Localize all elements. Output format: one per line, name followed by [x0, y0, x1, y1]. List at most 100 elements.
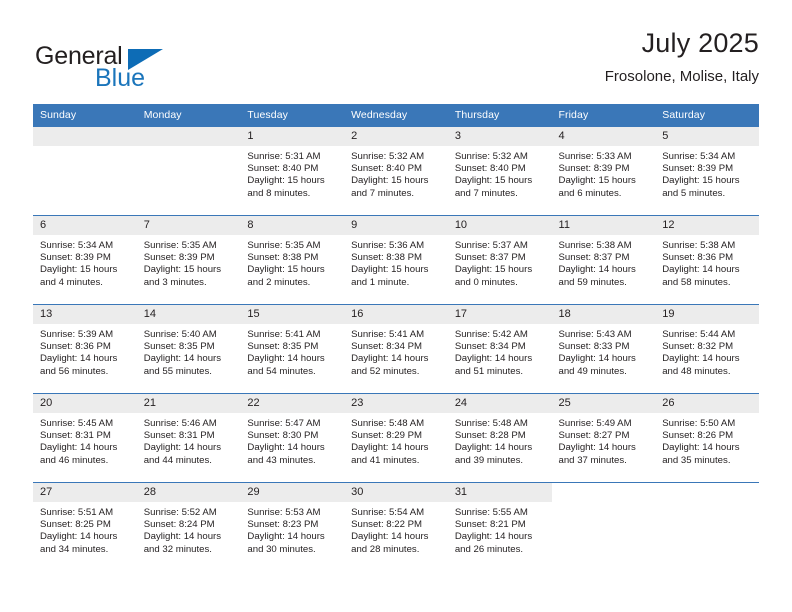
daylight-duration-line2: and 2 minutes. — [247, 276, 311, 288]
sunrise-time: Sunrise: 5:38 AM — [558, 240, 632, 251]
day-number: 28 — [136, 483, 241, 502]
calendar-day-cell[interactable]: 14 Sunrise: 5:40 AM Sunset: 8:35 PM Dayligh… — [136, 304, 241, 394]
sunrise-time: Sunrise: 5:41 AM — [247, 329, 321, 340]
calendar-day-cell[interactable]: 31 Sunrise: 5:55 AM Sunset: 8:21 PM Dayligh… — [447, 482, 552, 571]
day-number — [33, 127, 137, 146]
daylight-duration-line2: and 28 minutes. — [351, 543, 420, 555]
day-sun-info: Sunrise: 5:37 AM Sunset: 8:37 PM Daylight:… — [448, 235, 552, 289]
day-number: 24 — [447, 394, 552, 413]
generalblue-logo[interactable]: General Blue — [33, 36, 233, 92]
calendar-day-cell[interactable]: 11 Sunrise: 5:38 AM Sunset: 8:37 PM Dayligh… — [551, 215, 656, 305]
calendar-day-cell[interactable]: 26 Sunrise: 5:50 AM Sunset: 8:26 PM Dayligh… — [655, 393, 759, 483]
calendar-day-cell[interactable]: 12 Sunrise: 5:38 AM Sunset: 8:36 PM Dayligh… — [655, 215, 759, 305]
daylight-duration-line2: and 1 minute. — [351, 276, 410, 288]
calendar-empty-cell — [33, 126, 137, 216]
daylight-duration-line2: and 51 minutes. — [454, 365, 524, 377]
day-number: 31 — [447, 483, 552, 502]
sunrise-time: Sunrise: 5:41 AM — [351, 329, 425, 340]
daylight-duration-line1: Daylight: 14 hours — [454, 353, 533, 365]
calendar-day-cell[interactable]: 5 Sunrise: 5:34 AM Sunset: 8:39 PM Daylight… — [655, 126, 759, 216]
day-sun-info: Sunrise: 5:52 AM Sunset: 8:24 PM Daylight:… — [137, 502, 241, 556]
daylight-duration-line1: Daylight: 15 hours — [662, 175, 740, 187]
day-sun-info: Sunrise: 5:43 AM Sunset: 8:33 PM Daylight:… — [552, 324, 656, 378]
calendar-day-cell[interactable]: 22 Sunrise: 5:47 AM Sunset: 8:30 PM Dayligh… — [240, 393, 345, 483]
calendar-day-cell[interactable]: 19 Sunrise: 5:44 AM Sunset: 8:32 PM Dayligh… — [655, 304, 759, 394]
daylight-duration-line1: Daylight: 15 hours — [558, 175, 636, 187]
calendar-day-cell[interactable]: 29 Sunrise: 5:53 AM Sunset: 8:23 PM Dayligh… — [240, 482, 345, 571]
day-sun-info: Sunrise: 5:42 AM Sunset: 8:34 PM Daylight:… — [448, 324, 552, 378]
day-sun-info: Sunrise: 5:55 AM Sunset: 8:21 PM Daylight:… — [448, 502, 552, 556]
day-sun-info: Sunrise: 5:33 AM Sunset: 8:39 PM Daylight:… — [552, 146, 656, 200]
sunrise-time: Sunrise: 5:43 AM — [558, 329, 632, 340]
calendar-day-cell[interactable]: 3 Sunrise: 5:32 AM Sunset: 8:40 PM Daylight… — [447, 126, 552, 216]
calendar-header-row-group: Sunday Monday Tuesday Wednesday Thursday… — [33, 104, 759, 127]
sunrise-time: Sunrise: 5:48 AM — [351, 418, 425, 429]
day-number — [551, 483, 656, 502]
day-sun-info: Sunrise: 5:34 AM Sunset: 8:39 PM Daylight:… — [33, 235, 137, 289]
day-number: 15 — [240, 305, 345, 324]
daylight-duration-line1: Daylight: 14 hours — [143, 531, 222, 543]
calendar-day-cell[interactable]: 20 Sunrise: 5:45 AM Sunset: 8:31 PM Dayligh… — [33, 393, 137, 483]
day-number: 1 — [240, 127, 345, 146]
day-number: 11 — [551, 216, 656, 235]
day-number: 27 — [33, 483, 137, 502]
calendar-day-cell[interactable]: 17 Sunrise: 5:42 AM Sunset: 8:34 PM Dayligh… — [447, 304, 552, 394]
sunset-time: Sunset: 8:39 PM — [40, 252, 111, 264]
daylight-duration-line1: Daylight: 14 hours — [558, 442, 636, 454]
calendar-day-cell[interactable]: 4 Sunrise: 5:33 AM Sunset: 8:39 PM Daylight… — [551, 126, 656, 216]
daylight-duration-line1: Daylight: 14 hours — [351, 442, 429, 454]
day-sun-info: Sunrise: 5:34 AM Sunset: 8:39 PM Daylight:… — [655, 146, 759, 200]
day-number: 2 — [344, 127, 448, 146]
weekday-header-row: Sunday Monday Tuesday Wednesday Thursday… — [33, 104, 759, 127]
daylight-duration-line1: Daylight: 14 hours — [143, 442, 222, 454]
daylight-duration-line1: Daylight: 15 hours — [351, 264, 429, 276]
calendar-day-cell[interactable]: 24 Sunrise: 5:48 AM Sunset: 8:28 PM Dayligh… — [447, 393, 552, 483]
daylight-duration-line1: Daylight: 14 hours — [247, 531, 325, 543]
sunrise-time: Sunrise: 5:45 AM — [40, 418, 114, 429]
daylight-duration-line1: Daylight: 14 hours — [247, 353, 325, 365]
calendar-day-cell[interactable]: 23 Sunrise: 5:48 AM Sunset: 8:29 PM Dayligh… — [344, 393, 448, 483]
calendar-day-cell[interactable]: 9 Sunrise: 5:36 AM Sunset: 8:38 PM Daylight… — [344, 215, 448, 305]
calendar-day-cell[interactable]: 1 Sunrise: 5:31 AM Sunset: 8:40 PM Daylight… — [240, 126, 345, 216]
calendar-day-cell[interactable]: 25 Sunrise: 5:49 AM Sunset: 8:27 PM Dayligh… — [551, 393, 656, 483]
day-number: 10 — [447, 216, 552, 235]
sunset-time: Sunset: 8:37 PM — [454, 252, 526, 264]
sunrise-time: Sunrise: 5:32 AM — [454, 151, 528, 162]
calendar-day-cell[interactable]: 16 Sunrise: 5:41 AM Sunset: 8:34 PM Dayligh… — [344, 304, 448, 394]
day-sun-info: Sunrise: 5:53 AM Sunset: 8:23 PM Daylight:… — [240, 502, 344, 556]
sunset-time: Sunset: 8:31 PM — [40, 430, 111, 442]
calendar-day-cell[interactable]: 8 Sunrise: 5:35 AM Sunset: 8:38 PM Daylight… — [240, 215, 345, 305]
calendar-day-cell[interactable]: 10 Sunrise: 5:37 AM Sunset: 8:37 PM Dayligh… — [447, 215, 552, 305]
daylight-duration-line2: and 8 minutes. — [247, 187, 311, 199]
sunset-time: Sunset: 8:26 PM — [662, 430, 734, 442]
calendar-day-cell[interactable]: 6 Sunrise: 5:34 AM Sunset: 8:39 PM Daylight… — [33, 215, 137, 305]
daylight-duration-line1: Daylight: 14 hours — [143, 353, 222, 365]
daylight-duration-line1: Daylight: 14 hours — [40, 531, 118, 543]
daylight-duration-line2: and 59 minutes. — [558, 276, 627, 288]
day-sun-info: Sunrise: 5:50 AM Sunset: 8:26 PM Daylight:… — [655, 413, 759, 467]
calendar-day-cell[interactable]: 15 Sunrise: 5:41 AM Sunset: 8:35 PM Dayligh… — [240, 304, 345, 394]
calendar-day-cell[interactable]: 2 Sunrise: 5:32 AM Sunset: 8:40 PM Daylight… — [344, 126, 448, 216]
sunrise-time: Sunrise: 5:32 AM — [351, 151, 425, 162]
sunrise-time: Sunrise: 5:50 AM — [662, 418, 736, 429]
sunset-time: Sunset: 8:25 PM — [40, 519, 111, 531]
day-sun-info: Sunrise: 5:44 AM Sunset: 8:32 PM Daylight:… — [655, 324, 759, 378]
day-sun-info: Sunrise: 5:35 AM Sunset: 8:39 PM Daylight:… — [137, 235, 241, 289]
day-number: 9 — [344, 216, 448, 235]
sunset-time: Sunset: 8:27 PM — [558, 430, 630, 442]
daylight-duration-line2: and 48 minutes. — [662, 365, 731, 377]
daylight-duration-line2: and 55 minutes. — [143, 365, 212, 377]
calendar-day-cell[interactable]: 28 Sunrise: 5:52 AM Sunset: 8:24 PM Dayligh… — [136, 482, 241, 571]
calendar-day-cell[interactable]: 30 Sunrise: 5:54 AM Sunset: 8:22 PM Dayligh… — [344, 482, 448, 571]
sunset-time: Sunset: 8:35 PM — [247, 341, 319, 353]
daylight-duration-line1: Daylight: 14 hours — [454, 442, 533, 454]
sunrise-time: Sunrise: 5:52 AM — [143, 507, 217, 518]
calendar-day-cell[interactable]: 21 Sunrise: 5:46 AM Sunset: 8:31 PM Dayligh… — [136, 393, 241, 483]
calendar-day-cell[interactable]: 18 Sunrise: 5:43 AM Sunset: 8:33 PM Dayligh… — [551, 304, 656, 394]
calendar-day-cell[interactable]: 27 Sunrise: 5:51 AM Sunset: 8:25 PM Dayligh… — [33, 482, 137, 571]
calendar-day-cell[interactable]: 7 Sunrise: 5:35 AM Sunset: 8:39 PM Daylight… — [136, 215, 241, 305]
calendar-day-cell[interactable]: 13 Sunrise: 5:39 AM Sunset: 8:36 PM Dayligh… — [33, 304, 137, 394]
daylight-duration-line1: Daylight: 14 hours — [40, 353, 118, 365]
day-sun-info: Sunrise: 5:31 AM Sunset: 8:40 PM Daylight:… — [240, 146, 344, 200]
daylight-duration-line2: and 7 minutes. — [454, 187, 518, 199]
